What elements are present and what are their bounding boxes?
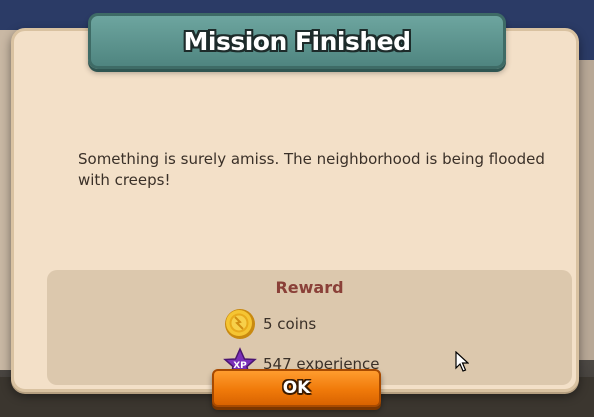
coin-icon	[225, 309, 255, 339]
mouse-cursor-icon	[455, 351, 469, 372]
mission-finished-dialog: Something is surely amiss. The neighborh…	[11, 28, 579, 392]
reward-item-coins: 5 coins	[223, 307, 316, 341]
reward-title: Reward	[275, 278, 344, 297]
title-banner: Mission Finished	[88, 13, 506, 69]
ok-button[interactable]: OK	[212, 369, 381, 407]
reward-panel: Reward 5 coins XP 547 experience	[47, 270, 572, 385]
reward-coins-text: 5 coins	[263, 315, 317, 333]
mission-message: Something is surely amiss. The neighborh…	[78, 150, 545, 189]
ok-button-label: OK	[282, 378, 311, 398]
dialog-title: Mission Finished	[183, 26, 412, 56]
